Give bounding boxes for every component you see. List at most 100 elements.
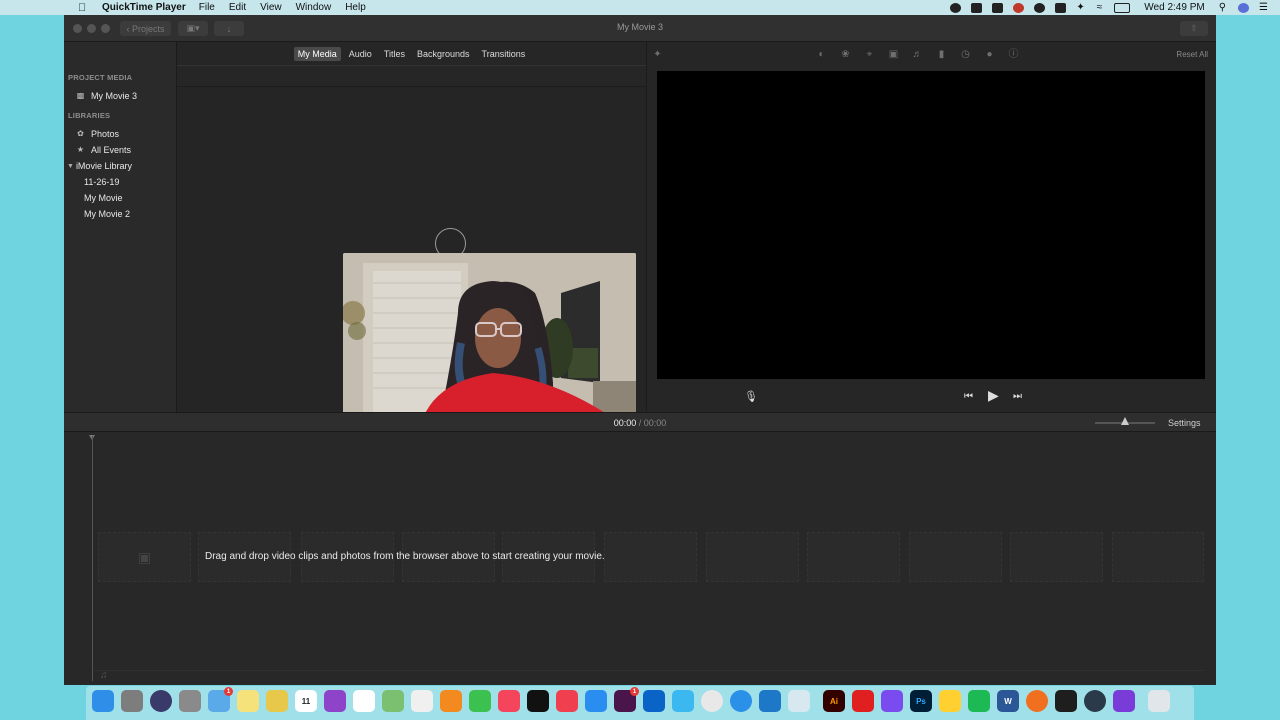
- stickies-icon[interactable]: [266, 690, 288, 712]
- apple-tv-icon[interactable]: [527, 690, 549, 712]
- status-app-icon[interactable]: [992, 2, 1004, 13]
- illustrator-icon[interactable]: Ai: [823, 690, 845, 712]
- photos-icon[interactable]: [411, 690, 433, 712]
- photoshop-icon[interactable]: Ps: [910, 690, 932, 712]
- share-button[interactable]: ⇧: [1180, 21, 1208, 36]
- play-icon[interactable]: ▶: [988, 388, 999, 402]
- equalizer-icon[interactable]: ▮: [936, 49, 947, 60]
- mail-icon[interactable]: 1: [208, 687, 233, 712]
- menu-file[interactable]: File: [199, 2, 215, 13]
- voiceover-microphone-icon[interactable]: 🎙: [744, 391, 758, 403]
- dock-icon-label: Ai: [830, 696, 838, 706]
- menu-edit[interactable]: Edit: [229, 2, 246, 13]
- sidebar-item-all-events[interactable]: ★ All Events: [76, 145, 131, 155]
- preview-icon[interactable]: [788, 690, 810, 712]
- crop-icon[interactable]: ⌖: [864, 49, 875, 60]
- window-title: My Movie 3: [616, 22, 663, 32]
- status-app-icon[interactable]: [971, 2, 983, 13]
- info-icon[interactable]: ⓘ: [1008, 49, 1019, 60]
- launchpad-icon[interactable]: [179, 690, 201, 712]
- volume-icon[interactable]: ♬: [912, 49, 923, 60]
- disclosure-triangle-icon[interactable]: ▼: [67, 163, 74, 170]
- dock-icon-label: 11: [301, 696, 311, 706]
- sidebar-item-11-26-19[interactable]: 11-26-19: [84, 177, 119, 187]
- playhead-line: [92, 436, 93, 681]
- slack-icon[interactable]: 1: [614, 687, 639, 712]
- system-preferences-icon[interactable]: [121, 690, 143, 712]
- menubar-clock[interactable]: Wed 2:49 PM: [1144, 2, 1204, 13]
- firefox-icon[interactable]: [1026, 690, 1048, 712]
- sidebar-item-my-movie[interactable]: My Movie: [84, 193, 123, 203]
- notification-badge: 1: [224, 687, 233, 696]
- magic-wand-icon[interactable]: ✦: [652, 49, 663, 60]
- timeline-settings-button[interactable]: Settings: [1168, 418, 1201, 428]
- viewer-adjust-toolbar: ✦ ◐ ❀ ⌖ ▣ ♬ ▮ ◷ ● ⓘ Reset All: [646, 42, 1216, 67]
- sidebar-item-imovie-library[interactable]: ▼ iMovie Library: [67, 161, 132, 171]
- tab-titles[interactable]: Titles: [380, 47, 409, 61]
- skip-back-icon[interactable]: ⏮: [964, 391, 973, 403]
- onepassword-icon[interactable]: [1034, 2, 1046, 13]
- project-media-header: PROJECT MEDIA: [68, 73, 133, 82]
- battery-icon[interactable]: [1114, 2, 1131, 13]
- maps-icon[interactable]: [382, 690, 404, 712]
- trash-icon[interactable]: [1148, 690, 1170, 712]
- sidebar-item-my-movie-2[interactable]: My Movie 2: [84, 209, 130, 219]
- menu-app-name[interactable]: QuickTime Player: [102, 2, 186, 13]
- books-icon[interactable]: [440, 690, 462, 712]
- sidebar-item-photos[interactable]: ✿ Photos: [76, 129, 119, 139]
- spotify-icon[interactable]: [968, 690, 990, 712]
- vscode-icon[interactable]: [759, 690, 781, 712]
- pane-divider[interactable]: [646, 42, 647, 412]
- safari-icon[interactable]: [730, 690, 752, 712]
- spotlight-search-icon[interactable]: ⚲: [1219, 2, 1226, 13]
- notification-center-icon[interactable]: ☰: [1259, 2, 1268, 13]
- miro-icon[interactable]: [939, 690, 961, 712]
- siri-icon[interactable]: [1238, 2, 1250, 13]
- color-correction-icon[interactable]: ❀: [840, 49, 851, 60]
- wifi-icon[interactable]: ≈: [1097, 2, 1103, 13]
- outlook-icon[interactable]: [643, 690, 665, 712]
- figma-icon[interactable]: [1055, 690, 1077, 712]
- tab-transitions[interactable]: Transitions: [478, 47, 530, 61]
- reminders-icon[interactable]: [353, 690, 375, 712]
- macos-dock: 1 11 1 Ai Ps W: [86, 686, 1194, 720]
- stabilization-icon[interactable]: ▣: [888, 49, 899, 60]
- word-icon[interactable]: W: [997, 690, 1019, 712]
- app-store-icon[interactable]: [585, 690, 607, 712]
- imovie-icon[interactable]: [1113, 690, 1135, 712]
- finder-icon[interactable]: [92, 690, 114, 712]
- reset-all-button[interactable]: Reset All: [1176, 50, 1208, 59]
- timeline-area[interactable]: ▣ Drag and drop video clips and photos f…: [64, 432, 1216, 685]
- messenger-icon[interactable]: [881, 690, 903, 712]
- record-icon[interactable]: [950, 2, 962, 13]
- apple-menu-icon[interactable]: : [78, 2, 92, 14]
- skip-forward-icon[interactable]: ⏭: [1013, 391, 1022, 403]
- messages-icon[interactable]: [672, 690, 694, 712]
- color-balance-icon[interactable]: ◐: [816, 49, 827, 60]
- sidebar-item-my-movie-3[interactable]: ▩ My Movie 3: [76, 91, 137, 101]
- clip-filter-icon[interactable]: ●: [984, 49, 995, 60]
- podcasts-icon[interactable]: [324, 690, 346, 712]
- music-icon[interactable]: [498, 690, 520, 712]
- quicktime-icon[interactable]: [1084, 690, 1106, 712]
- facetime-icon[interactable]: [469, 690, 491, 712]
- chrome-icon[interactable]: [701, 690, 723, 712]
- timeline-zoom-knob[interactable]: [1121, 417, 1129, 425]
- bluetooth-icon[interactable]: ✦: [1076, 2, 1084, 13]
- status-app-icon[interactable]: [1013, 2, 1025, 13]
- timeline-placeholder-slot: [604, 532, 697, 582]
- video-clip-thumbnail[interactable]: [343, 253, 636, 418]
- tab-audio[interactable]: Audio: [345, 47, 376, 61]
- notes-icon[interactable]: [237, 690, 259, 712]
- menu-help[interactable]: Help: [345, 2, 366, 13]
- tab-backgrounds[interactable]: Backgrounds: [413, 47, 474, 61]
- menu-window[interactable]: Window: [296, 2, 332, 13]
- tab-my-media[interactable]: My Media: [293, 46, 341, 61]
- acrobat-icon[interactable]: [852, 690, 874, 712]
- speed-icon[interactable]: ◷: [960, 49, 971, 60]
- news-icon[interactable]: [556, 690, 578, 712]
- display-icon[interactable]: [1055, 2, 1067, 13]
- calendar-icon[interactable]: 11: [295, 690, 317, 712]
- menu-view[interactable]: View: [260, 2, 282, 13]
- siri-icon[interactable]: [150, 690, 172, 712]
